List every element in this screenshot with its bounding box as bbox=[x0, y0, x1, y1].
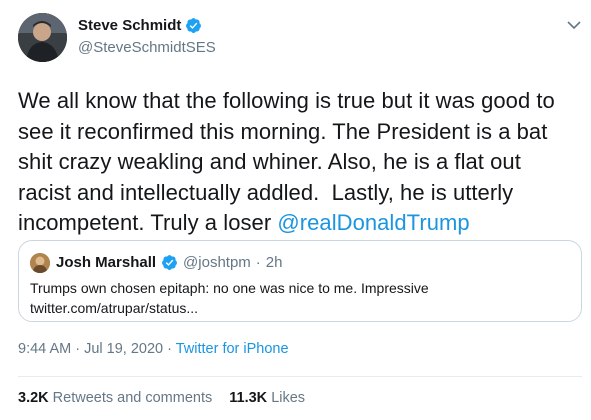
retweets-stat[interactable]: 3.2K Retweets and comments bbox=[18, 390, 212, 406]
quoted-avatar-image bbox=[30, 253, 50, 273]
likes-count: 11.3K bbox=[229, 390, 268, 406]
timestamp[interactable]: 9:44 AM · Jul 19, 2020 · bbox=[18, 341, 176, 357]
timestamp-row: 9:44 AM · Jul 19, 2020 · Twitter for iPh… bbox=[18, 341, 289, 357]
author-name-text[interactable]: Steve Schmidt bbox=[78, 17, 181, 34]
chevron-down-icon[interactable] bbox=[565, 16, 583, 34]
author-handle[interactable]: @SteveSchmidtSES bbox=[78, 39, 216, 56]
quoted-author-avatar bbox=[30, 253, 50, 273]
quoted-tweet[interactable]: Josh Marshall @joshtpm · 2h Trumps own c… bbox=[18, 240, 582, 322]
tweet-text: We all know that the following is true b… bbox=[18, 86, 578, 239]
retweets-label: Retweets and comments bbox=[52, 390, 213, 406]
quoted-separator: · bbox=[255, 254, 261, 271]
quoted-tweet-text: Trumps own chosen epitaph: no one was ni… bbox=[30, 280, 429, 316]
author-name[interactable]: Steve Schmidt bbox=[78, 17, 202, 34]
retweets-count: 3.2K bbox=[18, 390, 49, 406]
verified-badge-icon bbox=[186, 18, 202, 33]
source-link[interactable]: Twitter for iPhone bbox=[176, 341, 289, 357]
engagement-stats: 3.2K Retweets and comments 11.3K Likes bbox=[18, 390, 305, 406]
verified-badge-icon bbox=[162, 255, 177, 270]
divider bbox=[18, 376, 582, 377]
mention-link[interactable]: @realDonaldTrump bbox=[277, 210, 469, 235]
quoted-header: Josh Marshall @joshtpm · 2h bbox=[56, 254, 282, 271]
likes-stat[interactable]: 11.3K Likes bbox=[229, 390, 305, 406]
quoted-author-name: Josh Marshall bbox=[56, 254, 157, 271]
author-avatar[interactable] bbox=[18, 13, 67, 62]
quoted-author-handle: @joshtpm bbox=[183, 254, 251, 271]
quoted-time: 2h bbox=[265, 254, 283, 271]
tweet-card: Steve Schmidt @SteveSchmidtSES We all kn… bbox=[0, 0, 591, 420]
likes-label: Likes bbox=[271, 390, 306, 406]
avatar-image bbox=[18, 13, 67, 62]
